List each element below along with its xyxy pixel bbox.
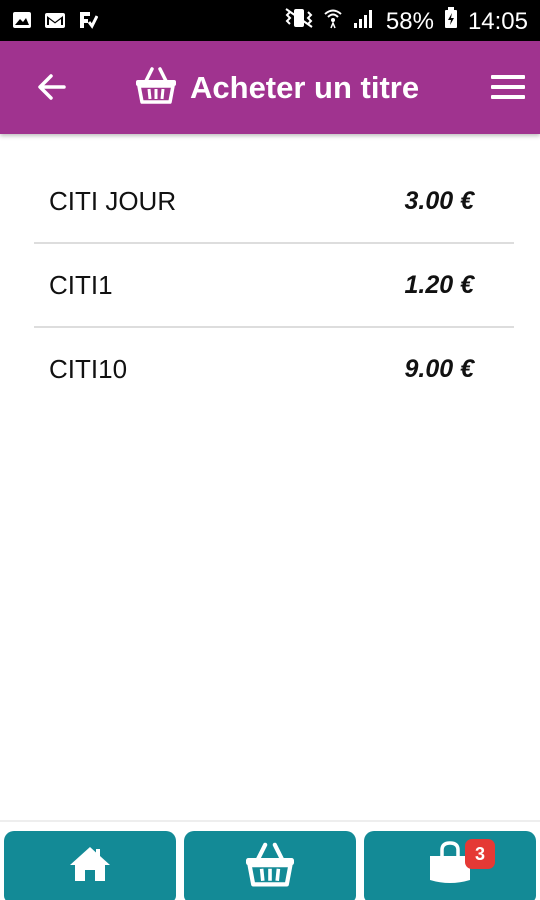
ticket-name: CITI1 <box>49 269 113 300</box>
image-notification-icon <box>12 10 32 35</box>
vibrate-icon <box>284 7 314 36</box>
ticket-price: 3.00 € <box>404 186 474 215</box>
ticket-row[interactable]: CITI1 1.20 € <box>34 244 514 328</box>
page-title: Acheter un titre <box>190 69 420 105</box>
battery-percentage: 58% <box>385 7 434 35</box>
ticket-name: CITI JOUR <box>49 185 177 216</box>
back-arrow-icon <box>36 71 68 108</box>
basket-button[interactable] <box>184 831 356 900</box>
menu-button[interactable] <box>486 67 530 111</box>
hamburger-menu-icon <box>491 74 525 105</box>
ticket-row[interactable]: CITI JOUR 3.00 € <box>34 160 514 244</box>
app-notification-icon <box>78 10 99 35</box>
wifi-icon <box>324 7 342 36</box>
cart-button[interactable]: 3 <box>364 831 536 900</box>
bottom-nav: 3 <box>0 820 540 900</box>
app-bar: Acheter un titre <box>0 41 540 134</box>
ticket-list: CITI JOUR 3.00 € CITI1 1.20 € CITI10 9.0… <box>34 160 514 410</box>
home-button[interactable] <box>4 831 176 900</box>
gmail-icon <box>44 10 66 35</box>
ticket-price: 1.20 € <box>404 270 474 299</box>
signal-icon <box>352 7 376 36</box>
battery-icon <box>444 7 458 36</box>
ticket-row[interactable]: CITI10 9.00 € <box>34 328 514 410</box>
back-button[interactable] <box>30 67 74 111</box>
cart-count-badge: 3 <box>465 839 495 869</box>
home-icon <box>68 845 112 888</box>
ticket-name: CITI10 <box>49 353 128 384</box>
ticket-price: 9.00 € <box>404 354 474 383</box>
notification-icons <box>12 10 99 35</box>
basket-icon <box>243 840 297 893</box>
clock: 14:05 <box>467 7 528 35</box>
screen: 58% 14:05 Acheter un titre CITI JOUR 3.0… <box>0 0 540 900</box>
title-group: Acheter un titre <box>134 65 419 110</box>
system-status: 58% 14:05 <box>284 7 528 36</box>
basket-icon <box>134 65 178 110</box>
status-bar: 58% 14:05 <box>0 0 540 41</box>
